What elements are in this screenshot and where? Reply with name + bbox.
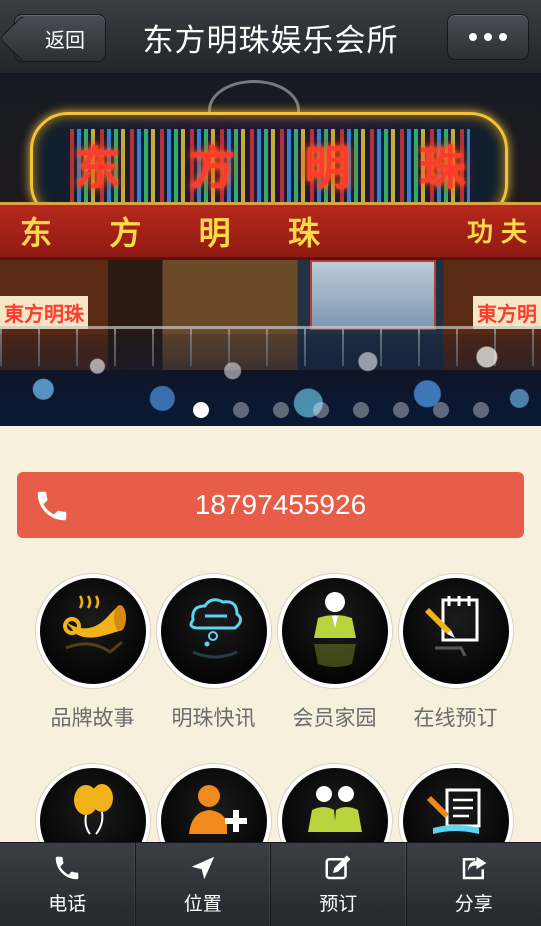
menu-item-label: 品牌故事 bbox=[50, 706, 135, 730]
member-icon bbox=[313, 592, 356, 667]
menu-item-brand-story[interactable]: 品牌故事 bbox=[32, 574, 153, 764]
facade-sign-char: 东 bbox=[20, 214, 53, 252]
booking-pen-icon bbox=[424, 596, 478, 657]
menu-icon-circle bbox=[398, 574, 513, 688]
menu-icon-circle bbox=[277, 574, 392, 688]
storefront-poster bbox=[310, 260, 436, 330]
tab-label: 分享 bbox=[454, 893, 493, 915]
phone-icon bbox=[37, 491, 67, 521]
menu-item-label: 明珠快讯 bbox=[171, 706, 256, 730]
phone-number: 18797455926 bbox=[194, 489, 367, 520]
carousel-dot[interactable] bbox=[432, 402, 449, 418]
edit-icon bbox=[325, 855, 351, 880]
more-dot-icon bbox=[484, 33, 492, 41]
carousel-dot[interactable] bbox=[472, 402, 489, 418]
facade-sign-char: 珠 bbox=[287, 214, 320, 252]
carousel-dot[interactable] bbox=[312, 402, 329, 418]
share-icon bbox=[462, 856, 487, 880]
menu-icon-circle bbox=[35, 574, 150, 688]
menu-icon-circle bbox=[156, 574, 271, 688]
location-arrow-icon bbox=[191, 856, 214, 880]
more-dot-icon bbox=[469, 33, 477, 41]
back-button[interactable]: 返回 bbox=[14, 14, 106, 62]
carousel-dot[interactable] bbox=[352, 402, 369, 418]
carousel-dot[interactable] bbox=[192, 402, 209, 418]
call-phone-button[interactable]: 18797455926 bbox=[17, 472, 524, 538]
phone-icon bbox=[56, 856, 79, 880]
tab-label: 位置 bbox=[183, 893, 222, 915]
tab-share[interactable]: 分享 bbox=[407, 843, 541, 926]
neon-sign: 东 方 明 珠 bbox=[40, 132, 500, 198]
side-sign-left: 東方明珠 bbox=[0, 296, 88, 329]
neon-sign-char: 珠 bbox=[419, 141, 466, 195]
banner-carousel[interactable]: 东 方 明 珠 东 方 明 珠 功夫 東方明珠 東方明 bbox=[0, 74, 541, 426]
neon-sign-char: 方 bbox=[189, 141, 236, 195]
menu-item-label: 会员家园 bbox=[292, 706, 377, 730]
speech-cloud-icon bbox=[189, 598, 242, 659]
horn-icon bbox=[62, 595, 126, 654]
more-dot-icon bbox=[499, 33, 507, 41]
tab-label: 电话 bbox=[48, 893, 87, 915]
menu-item-news[interactable]: 明珠快讯 bbox=[153, 574, 274, 764]
tab-phone[interactable]: 电话 bbox=[0, 843, 136, 926]
back-button-label: 返回 bbox=[45, 27, 85, 52]
facade-sign: 东 方 明 珠 bbox=[20, 208, 320, 254]
carousel-dot[interactable] bbox=[232, 402, 249, 418]
page-title: 东方明珠娱乐会所 bbox=[142, 22, 399, 59]
neon-sign-char: 东 bbox=[74, 141, 121, 195]
facade-right-sign: 功夫 bbox=[466, 218, 535, 248]
tab-location[interactable]: 位置 bbox=[136, 843, 271, 926]
menu-item-label: 在线预订 bbox=[413, 706, 498, 730]
carousel-dot[interactable] bbox=[272, 402, 289, 418]
facade-sign-char: 方 bbox=[109, 214, 142, 252]
tab-label: 预订 bbox=[319, 893, 358, 915]
menu-item-member-home[interactable]: 会员家园 bbox=[274, 574, 395, 764]
more-options-button[interactable] bbox=[447, 14, 529, 60]
side-sign-right: 東方明 bbox=[473, 296, 541, 329]
neon-sign-char: 明 bbox=[304, 141, 351, 195]
menu-item-online-booking[interactable]: 在线预订 bbox=[395, 574, 516, 764]
carousel-indicator bbox=[0, 402, 541, 418]
bottom-tab-bar: 电话 位置 预订 分享 bbox=[0, 842, 541, 926]
tab-booking[interactable]: 预订 bbox=[271, 843, 407, 926]
facade-sign-char: 明 bbox=[198, 214, 231, 252]
carousel-dot[interactable] bbox=[392, 402, 409, 418]
title-bar: 返回 东方明珠娱乐会所 bbox=[0, 0, 541, 74]
